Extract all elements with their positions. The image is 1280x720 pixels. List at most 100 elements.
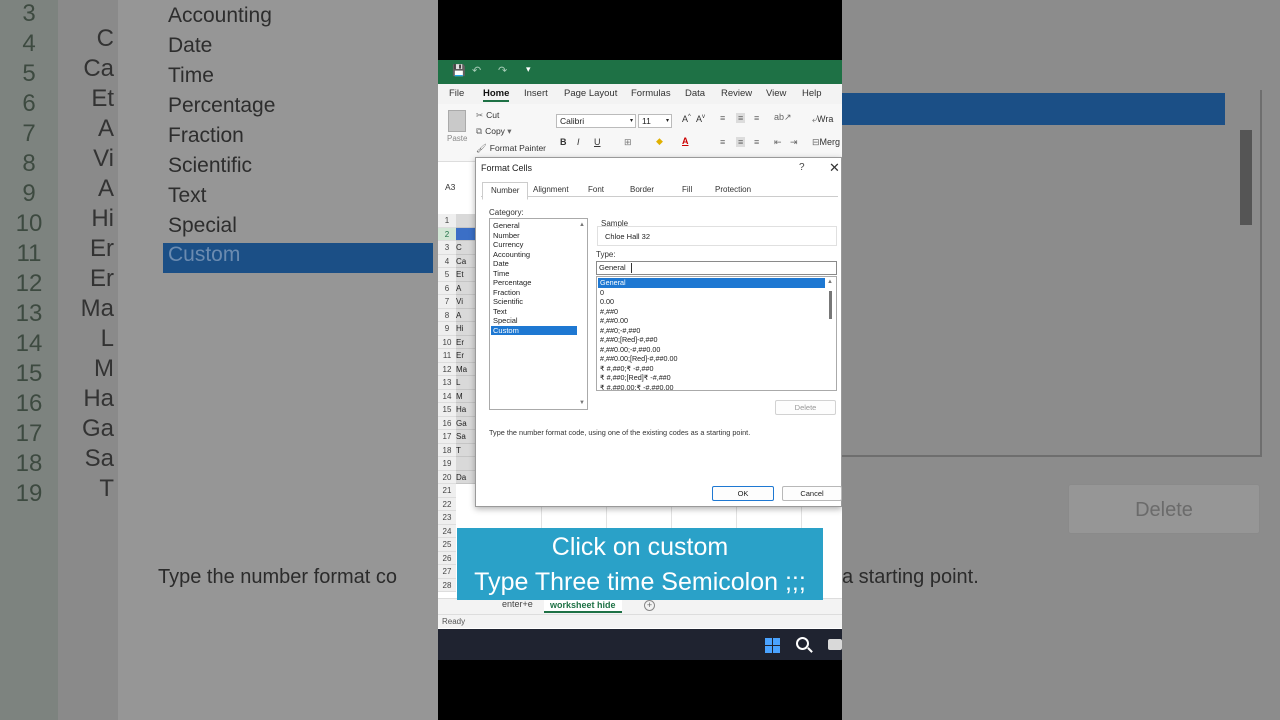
- cell-a[interactable]: C: [456, 241, 476, 255]
- row-header[interactable]: 28: [438, 578, 456, 592]
- tab-number[interactable]: Number: [482, 182, 529, 200]
- tab-border[interactable]: Border: [630, 185, 654, 194]
- save-icon[interactable]: 💾: [452, 64, 466, 77]
- row-header[interactable]: 14: [438, 389, 456, 403]
- ribbon-tab-data[interactable]: Data: [685, 88, 705, 99]
- row-header[interactable]: 21: [438, 484, 456, 498]
- row-header[interactable]: 26: [438, 551, 456, 565]
- format-code-item[interactable]: #,##0.00: [598, 316, 825, 326]
- search-icon[interactable]: [796, 637, 809, 650]
- row-header[interactable]: 10: [438, 335, 456, 349]
- row-header[interactable]: 13: [438, 376, 456, 390]
- increase-indent-icon[interactable]: ⇥: [790, 137, 798, 148]
- format-code-item[interactable]: #,##0;-#,##0: [598, 326, 825, 336]
- borders-icon[interactable]: ⊞: [624, 137, 632, 148]
- ribbon-tab-file[interactable]: File: [449, 88, 464, 99]
- row-header[interactable]: 7: [438, 295, 456, 309]
- close-icon[interactable]: ✕: [829, 160, 840, 176]
- ribbon-tab-home[interactable]: Home: [483, 88, 510, 102]
- ribbon-tab-review[interactable]: Review: [721, 88, 752, 99]
- cell-a[interactable]: [456, 457, 476, 471]
- redo-icon[interactable]: ↷: [498, 64, 507, 77]
- format-code-item[interactable]: ₹ #,##0;₹ -#,##0: [598, 364, 825, 374]
- cell-a[interactable]: Ga: [456, 416, 476, 430]
- delete-button[interactable]: Delete: [775, 400, 836, 415]
- bold-button[interactable]: B: [560, 137, 567, 147]
- fill-color-icon[interactable]: ◆: [656, 136, 663, 147]
- wrap-text-button[interactable]: ⤶Wra: [812, 114, 833, 125]
- row-header[interactable]: 5: [438, 268, 456, 282]
- row-header[interactable]: 11: [438, 349, 456, 363]
- category-item-percentage[interactable]: Percentage: [491, 278, 577, 288]
- row-header[interactable]: 20: [438, 470, 456, 484]
- row-header[interactable]: 9: [438, 322, 456, 336]
- align-right-icon[interactable]: ≡: [754, 137, 759, 147]
- category-scrollbar[interactable]: ▲ ▼: [578, 220, 587, 408]
- sheet-tab-enter[interactable]: enter+e: [502, 599, 533, 609]
- row-header[interactable]: 15: [438, 403, 456, 417]
- format-code-item[interactable]: ₹ #,##0;[Red]₹ -#,##0: [598, 373, 825, 383]
- font-name-select[interactable]: Calibri ▾: [556, 114, 636, 128]
- cell-a[interactable]: L: [456, 376, 476, 390]
- format-code-item[interactable]: 0.00: [598, 297, 825, 307]
- ribbon-tab-help[interactable]: Help: [802, 88, 822, 99]
- format-code-item[interactable]: ₹ #,##0.00;₹ -#,##0.00: [598, 383, 825, 391]
- format-code-item[interactable]: #,##0: [598, 307, 825, 317]
- category-item-currency[interactable]: Currency: [491, 240, 577, 250]
- ribbon-tab-formulas[interactable]: Formulas: [631, 88, 671, 99]
- cell-a[interactable]: M: [456, 389, 476, 403]
- cell-a[interactable]: Hi: [456, 322, 476, 336]
- category-list[interactable]: ▲ ▼ General Number Currency Accounting Date T…: [489, 218, 588, 410]
- row-header[interactable]: 23: [438, 511, 456, 525]
- format-code-list[interactable]: ▲ General 0 0.00 #,##0 #,##0.00 #,##0;-#,##0 #…: [596, 276, 837, 391]
- tab-fill[interactable]: Fill: [682, 185, 692, 194]
- paste-icon[interactable]: [448, 110, 466, 132]
- row-header[interactable]: 1: [438, 214, 456, 228]
- format-code-item[interactable]: #,##0;[Red]-#,##0: [598, 335, 825, 345]
- ribbon-tab-insert[interactable]: Insert: [524, 88, 548, 99]
- category-item-special[interactable]: Special: [491, 316, 577, 326]
- italic-button[interactable]: I: [577, 137, 580, 147]
- row-header[interactable]: 25: [438, 538, 456, 552]
- row-header[interactable]: 22: [438, 497, 456, 511]
- font-color-icon[interactable]: A: [682, 136, 689, 146]
- row-header[interactable]: 6: [438, 281, 456, 295]
- cell-a[interactable]: T: [456, 443, 476, 457]
- align-middle-icon[interactable]: ≡: [736, 113, 746, 123]
- format-code-item[interactable]: 0: [598, 288, 825, 298]
- row-header[interactable]: 8: [438, 308, 456, 322]
- row-header[interactable]: 17: [438, 430, 456, 444]
- tab-protection[interactable]: Protection: [715, 185, 751, 194]
- cut-button[interactable]: ✂ Cut: [476, 110, 499, 121]
- align-left-icon[interactable]: ≡: [720, 137, 725, 147]
- help-icon[interactable]: ?: [799, 162, 805, 173]
- row-header[interactable]: 2: [438, 227, 456, 241]
- cell-a[interactable]: Ma: [456, 362, 476, 376]
- cell-a[interactable]: [456, 227, 476, 241]
- sheet-tab-worksheet-hide[interactable]: worksheet hide: [544, 599, 622, 613]
- category-item-accounting[interactable]: Accounting: [491, 250, 577, 260]
- tab-font[interactable]: Font: [588, 185, 604, 194]
- format-painter-button[interactable]: 🖌 Format Painter: [476, 143, 546, 154]
- cell-a[interactable]: Er: [456, 349, 476, 363]
- row-header[interactable]: 16: [438, 416, 456, 430]
- category-item-general[interactable]: General: [491, 221, 577, 231]
- format-code-item[interactable]: General: [598, 278, 825, 288]
- cell-a[interactable]: Et: [456, 268, 476, 282]
- customize-qat-icon[interactable]: ▾: [526, 64, 531, 75]
- ribbon-tab-view[interactable]: View: [766, 88, 786, 99]
- category-item-text[interactable]: Text: [491, 307, 577, 317]
- cell-a[interactable]: Vi: [456, 295, 476, 309]
- add-sheet-icon[interactable]: +: [644, 600, 655, 611]
- cell-a[interactable]: Er: [456, 335, 476, 349]
- ribbon-tab-page-layout[interactable]: Page Layout: [564, 88, 617, 99]
- row-header[interactable]: 27: [438, 565, 456, 579]
- cell-a[interactable]: A: [456, 281, 476, 295]
- format-code-item[interactable]: #,##0.00;[Red]-#,##0.00: [598, 354, 825, 364]
- merge-button[interactable]: ⊟Merg: [812, 137, 840, 148]
- format-code-item[interactable]: #,##0.00;-#,##0.00: [598, 345, 825, 355]
- undo-icon[interactable]: ↶: [472, 64, 481, 77]
- type-input[interactable]: General: [596, 261, 837, 275]
- align-top-icon[interactable]: ≡: [720, 113, 725, 123]
- category-item-scientific[interactable]: Scientific: [491, 297, 577, 307]
